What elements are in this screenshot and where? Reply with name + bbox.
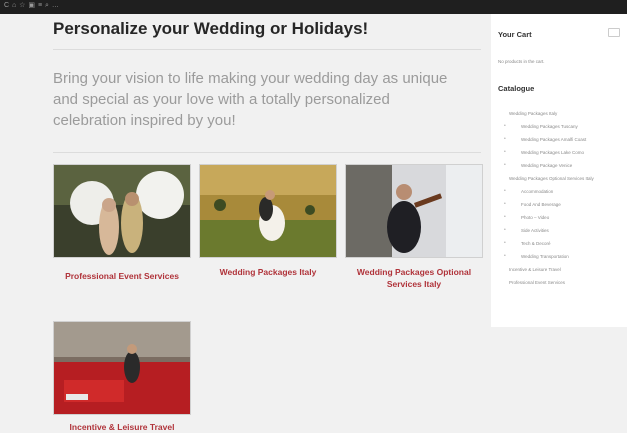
sidebar-item[interactable]: Accommodation — [491, 189, 627, 194]
photo-couple-landscape — [200, 165, 336, 257]
category-card-event-services[interactable]: Professional Event Services — [53, 164, 191, 282]
sidebar-item[interactable]: Wedding Package Venice — [491, 163, 627, 168]
catalogue-list: Wedding Packages Italy Wedding Packages T… — [491, 111, 627, 293]
sidebar-item[interactable]: Wedding Packages Optional Services Italy — [491, 176, 627, 181]
category-label[interactable]: Professional Event Services — [53, 270, 191, 282]
category-label[interactable]: Wedding Packages Italy — [199, 266, 337, 278]
sidebar-item[interactable]: Wedding Packages Italy — [491, 111, 627, 116]
sidebar-item[interactable]: Wedding Transportation — [491, 254, 627, 259]
toolbar-icons: C ⌂ ☆ ▣ ≡ ⌕ … — [4, 2, 60, 9]
sidebar-item[interactable]: Wedding Packages Lake Como — [491, 150, 627, 155]
sidebar-item[interactable]: Tech & Decoré — [491, 241, 627, 246]
category-card-incentive-travel[interactable]: Incentive & Leisure Travel — [53, 321, 191, 433]
category-image[interactable] — [199, 164, 337, 258]
sidebar-item[interactable]: Photo – Video — [491, 215, 627, 220]
category-image[interactable] — [345, 164, 483, 258]
category-image[interactable] — [53, 321, 191, 415]
divider — [53, 49, 481, 50]
page-title: Personalize your Wedding or Holidays! — [53, 19, 369, 38]
category-card-optional-services[interactable]: Wedding Packages Optional Services Italy — [345, 164, 483, 290]
sidebar-item[interactable]: Incentive & Leisure Travel — [491, 267, 627, 272]
sidebar-item[interactable]: Wedding Packages Tuscany — [491, 124, 627, 129]
sidebar: Your Cart No products in the cart. Catal… — [491, 14, 627, 327]
sidebar-item[interactable]: Wedding Packages Amalfi Coast — [491, 137, 627, 142]
category-label[interactable]: Wedding Packages Optional Services Italy — [345, 266, 483, 290]
cart-title: Your Cart — [498, 30, 532, 39]
sidebar-item[interactable]: Food And Beverage — [491, 202, 627, 207]
catalogue-title: Catalogue — [498, 84, 535, 93]
page-tagline: Bring your vision to life making your we… — [53, 70, 448, 129]
main-content: Personalize your Wedding or Holidays! Br… — [0, 14, 488, 433]
cart-empty-text: No products in the cart. — [498, 59, 545, 64]
photo-couple-parasols — [54, 165, 190, 257]
category-image[interactable] — [53, 164, 191, 258]
browser-toolbar: C ⌂ ☆ ▣ ≡ ⌕ … — [0, 0, 627, 14]
category-label[interactable]: Incentive & Leisure Travel — [53, 421, 191, 433]
divider — [53, 152, 481, 153]
sidebar-item[interactable]: Professional Event Services — [491, 280, 627, 285]
cart-icon[interactable] — [608, 28, 620, 37]
sidebar-item[interactable]: Side Activities — [491, 228, 627, 233]
photo-violinist — [346, 165, 482, 257]
photo-red-car — [54, 322, 190, 414]
category-card-wedding-packages-italy[interactable]: Wedding Packages Italy — [199, 164, 337, 278]
